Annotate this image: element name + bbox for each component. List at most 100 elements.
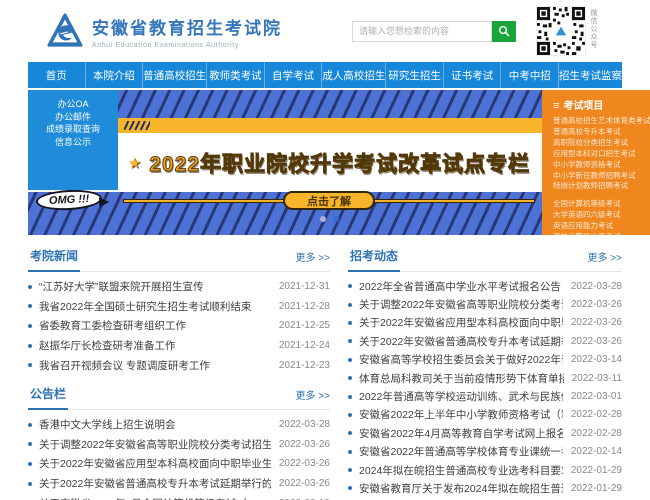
quick-link[interactable]: 成绩录取查询 <box>28 123 118 136</box>
updates-item-date: 2022-01-29 <box>570 482 622 494</box>
updates-item-title: 安徽省教育厅关于发布2024年拟在皖招生普通高校专业选... <box>359 482 563 495</box>
notice-item-title: 关于安徽省2022年3月全国计算机等级考试（NCRE）延期... <box>39 496 271 500</box>
bullet-icon <box>28 323 32 328</box>
site-logo-icon <box>47 13 83 47</box>
hero-area: ★ 2022年职业院校升学考试改革试点专栏 点击了解 OMG !!! 办公OA … <box>28 90 650 235</box>
bullet-icon <box>28 481 32 486</box>
exam-link[interactable]: 普通高校专升本考试 <box>553 127 650 138</box>
section-notice-more-link[interactable]: 更多 >> <box>296 387 330 409</box>
exam-link[interactable]: 应用型本科对口招生考试 <box>553 149 650 160</box>
notice-item-title: 关于调整2022年安徽省高等职业院校分类考试招生文化素... <box>39 438 271 451</box>
bullet-icon <box>348 468 352 473</box>
news-item-date: 2021-12-28 <box>278 300 330 312</box>
notice-item-title: 关于2022年安徽省普通高校专升本考试延期举行的通告 <box>39 478 271 491</box>
nav-item[interactable]: 中考中招 <box>500 62 558 88</box>
notice-item[interactable]: 关于安徽省2022年3月全国计算机等级考试（NCRE）延期... 2022-03… <box>28 493 330 500</box>
updates-item[interactable]: 关于2022年安徽省普通高校专升本考试延期举行的通告 2022-03-26 <box>348 332 622 350</box>
carousel-dot[interactable] <box>332 216 339 222</box>
bullet-icon <box>348 394 352 399</box>
bullet-icon <box>348 284 352 289</box>
updates-item[interactable]: 安徽省2022年普通高等学校体育专业课统一考试简章 2022-02-14 <box>348 443 622 461</box>
nav-item[interactable]: 成人高校招生 <box>321 62 385 88</box>
updates-item[interactable]: 安徽省2022年上半年中小学教师资格考试（笔试）疫情防... 2022-02-2… <box>348 406 622 424</box>
updates-item[interactable]: 安徽省高等学校招生委员会关于做好2022年普通高等学校... 2022-03-1… <box>348 351 622 369</box>
news-item-date: 2021-12-24 <box>278 340 330 352</box>
news-item-title: 我省召开视频会议 专题调度研考工作 <box>39 359 210 372</box>
section-updates: 招考动态 更多 >> 2022年全省普通高中学业水平考试报名公告 2022-03… <box>348 248 622 498</box>
exam-link[interactable]: 大学英语四六级考试 <box>553 210 650 221</box>
updates-item[interactable]: 安徽省教育厅关于发布2024年拟在皖招生普通高校专业选... 2022-01-2… <box>348 479 622 497</box>
section-notice-header: 公告栏 更多 >> <box>28 386 330 410</box>
search-button[interactable] <box>492 20 516 42</box>
news-item[interactable]: 我省召开视频会议 专题调度研考工作 2021-12-23 <box>28 355 330 375</box>
section-updates-more-link[interactable]: 更多 >> <box>588 249 622 271</box>
exam-link[interactable]: 普通高校招生艺术体育类考试 <box>553 116 650 127</box>
nav-item[interactable]: 普通高校招生 <box>142 62 206 88</box>
news-item[interactable]: 省委教育工委检查研考组织工作 2021-12-25 <box>28 316 330 336</box>
star-icon: ★ <box>127 154 142 172</box>
updates-item[interactable]: 2022年普通高等学校运动训练、武术与民族传统体育专业... 2022-03-0… <box>348 387 622 405</box>
site-brand: 安徽省教育招生考试院 Anhui Education Examinations … <box>46 12 282 50</box>
updates-item-title: 体育总局科教司关于当前疫情形势下体育单招专项考试的温... <box>359 372 564 385</box>
banner-headline: 2022年职业院校升学考试改革试点专栏 <box>149 152 531 176</box>
notice-item[interactable]: 香港中文大学线上招生说明会 2022-03-28 <box>28 415 330 435</box>
search-input[interactable] <box>352 20 492 42</box>
right-column: 招考动态 更多 >> 2022年全省普通高中学业水平考试报名公告 2022-03… <box>348 248 622 500</box>
bullet-icon <box>28 343 32 348</box>
nav-item[interactable]: 首页 <box>28 62 85 88</box>
nav-item[interactable]: 招生考试监察 <box>558 62 622 88</box>
updates-item[interactable]: 2022年全省普通高中学业水平考试报名公告 2022-03-28 <box>348 277 622 295</box>
banner-cta-wrap: 点击了解 <box>116 191 542 210</box>
quick-link[interactable]: 信息公示 <box>28 136 118 149</box>
exam-link[interactable]: 中小学教师资格考试 <box>553 160 650 171</box>
quick-link[interactable]: 办公OA <box>28 98 118 111</box>
notice-item-date: 2022-03-26 <box>278 458 330 470</box>
news-item[interactable]: 我省2022年全国硕士研究生招生考试顺利结束 2021-12-28 <box>28 297 330 317</box>
bullet-icon <box>348 302 352 307</box>
updates-item[interactable]: 关于2022年安徽省应用型本科高校面向中职毕业生对口招... 2022-03-2… <box>348 314 622 332</box>
news-item-date: 2021-12-31 <box>278 281 330 293</box>
bullet-icon <box>348 412 352 417</box>
news-item-title: 赵振华厅长检查研考准备工作 <box>39 340 176 353</box>
updates-item-date: 2022-03-01 <box>570 391 622 403</box>
nav-item[interactable]: 教师类考试 <box>206 62 264 88</box>
search-icon <box>498 25 510 37</box>
updates-item[interactable]: 安徽省2022年4月高等教育自学考试网上报名将于3月3-7日... 2022-0… <box>348 424 622 442</box>
news-columns: 考院新闻 更多 >> “江苏好大学”联盟来院开展招生宣传 2021-12-31 … <box>28 248 622 500</box>
banner-cta-button[interactable]: 点击了解 <box>283 191 375 210</box>
updates-item-date: 2022-03-26 <box>570 299 622 311</box>
exam-link[interactable]: 英语应用能力考试 <box>553 221 650 232</box>
nav-item[interactable]: 本院介绍 <box>84 62 143 88</box>
updates-item[interactable]: 2024年拟在皖招生普通高校专业选考科目要求查询系统 2022-01-29 <box>348 461 622 479</box>
news-item[interactable]: 赵振华厅长检查研考准备工作 2021-12-24 <box>28 336 330 356</box>
carousel-dot[interactable] <box>319 216 326 222</box>
exam-list-group2: 全国计算机等级考试 大学英语四六级考试 英语应用能力考试 高校计算机水平考试 <box>553 199 650 235</box>
section-news-more-link[interactable]: 更多 >> <box>296 249 330 271</box>
updates-item[interactable]: 关于调整2022年安徽省高等职业院校分类考试招生文化素... 2022-03-2… <box>348 295 622 313</box>
quick-link[interactable]: 办公邮件 <box>28 111 118 124</box>
bullet-icon <box>348 486 352 491</box>
exam-link[interactable]: 中小学新任教师招聘考试 <box>553 171 650 182</box>
exam-link[interactable]: 特岗计划教师招聘考试 <box>553 181 650 192</box>
updates-item-date: 2022-03-14 <box>570 354 622 366</box>
notice-item[interactable]: 关于2022年安徽省应用型本科高校面向中职毕业生对口招... 2022-03-2… <box>28 454 330 474</box>
nav-item[interactable]: 研究生招生 <box>385 62 443 88</box>
qr-block: 微信公众号 <box>536 6 638 56</box>
nav-item[interactable]: 自学考试 <box>263 62 322 88</box>
bullet-icon <box>28 363 32 368</box>
updates-item-title: 安徽省2022年上半年中小学教师资格考试（笔试）疫情防... <box>359 409 563 422</box>
news-item-date: 2021-12-23 <box>278 359 330 371</box>
exam-link[interactable]: 高校计算机水平考试 <box>553 232 650 235</box>
exam-link[interactable]: 全国计算机等级考试 <box>553 199 650 210</box>
updates-item[interactable]: 体育总局科教司关于当前疫情形势下体育单招专项考试的温... 2022-03-11 <box>348 369 622 387</box>
section-notice-title: 公告栏 <box>28 385 69 410</box>
site-title: 安徽省教育招生考试院 <box>92 18 282 38</box>
notice-item[interactable]: 关于2022年安徽省普通高校专升本考试延期举行的通告 2022-03-26 <box>28 474 330 494</box>
news-item-title: 省委教育工委检查研考组织工作 <box>39 320 186 333</box>
exam-link[interactable]: 高职院校分类招生考试 <box>553 138 650 149</box>
nav-item[interactable]: 证书考试 <box>442 62 501 88</box>
news-item[interactable]: “江苏好大学”联盟来院开展招生宣传 2021-12-31 <box>28 277 330 297</box>
notice-item[interactable]: 关于调整2022年安徽省高等职业院校分类考试招生文化素... 2022-03-2… <box>28 435 330 455</box>
news-list: “江苏好大学”联盟来院开展招生宣传 2021-12-31 我省2022年全国硕士… <box>28 272 330 375</box>
updates-item-title: 关于调整2022年安徽省高等职业院校分类考试招生文化素... <box>359 299 563 312</box>
